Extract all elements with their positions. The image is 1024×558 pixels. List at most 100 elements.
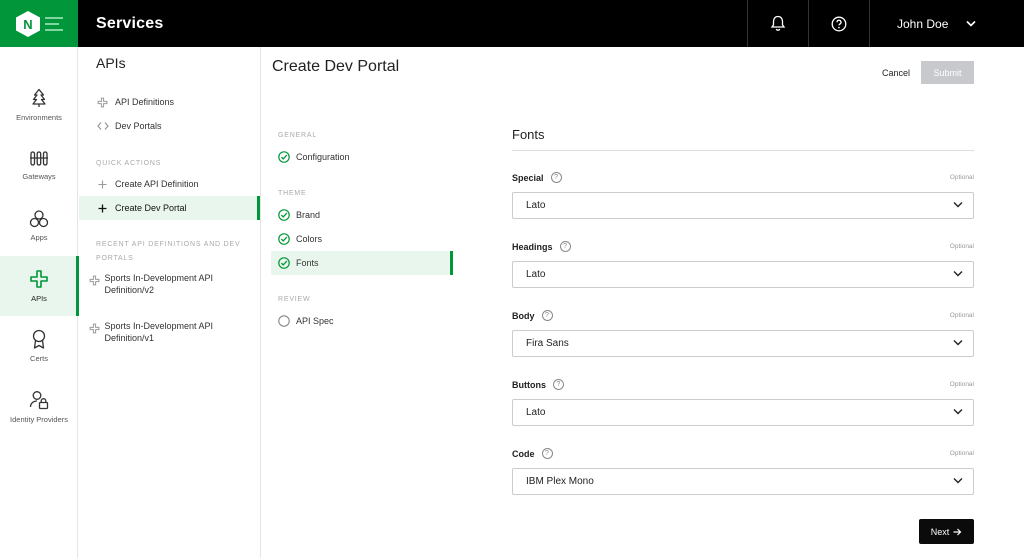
section-title: Fonts xyxy=(512,127,545,142)
step-label: API Spec xyxy=(296,316,334,326)
step-api-spec[interactable]: API Spec xyxy=(271,309,453,333)
app-title: Services xyxy=(96,14,164,32)
quick-action-create-api-definition[interactable]: Create API Definition xyxy=(79,172,260,196)
rail-item-apis[interactable]: APIs xyxy=(0,256,79,316)
user-menu[interactable]: John Doe xyxy=(869,0,1024,47)
rail-item-gateways[interactable]: Gateways xyxy=(0,135,78,195)
help-button[interactable] xyxy=(808,0,869,47)
step-group-theme: THEME xyxy=(278,190,307,197)
tree-icon xyxy=(32,88,46,107)
next-button[interactable]: Next xyxy=(919,519,974,544)
quick-action-label: Create Dev Portal xyxy=(115,203,187,213)
cancel-button[interactable]: Cancel xyxy=(870,62,922,84)
plus-icon xyxy=(96,204,109,213)
menu-lines-icon xyxy=(45,17,63,35)
quick-action-create-dev-portal[interactable]: Create Dev Portal xyxy=(79,196,260,220)
check-circle-icon xyxy=(278,257,290,269)
recent-heading: RECENT API DEFINITIONS AND DEV PORTALS xyxy=(96,241,241,262)
chevron-down-icon xyxy=(966,20,976,27)
bell-icon xyxy=(770,15,786,31)
recent-item[interactable]: Sports In-Development API Definition/v1 xyxy=(89,320,259,344)
rail-item-label: Gateways xyxy=(22,172,56,181)
check-circle-icon xyxy=(278,209,290,221)
help-icon[interactable]: ? xyxy=(541,310,553,321)
api-icon xyxy=(30,270,48,288)
step-group-general: GENERAL xyxy=(278,132,318,139)
step-brand[interactable]: Brand xyxy=(271,203,453,227)
help-icon[interactable]: ? xyxy=(553,379,564,390)
chevron-down-icon xyxy=(953,271,963,277)
empty-circle-icon xyxy=(278,315,290,327)
identity-icon xyxy=(29,391,49,410)
special-font-select[interactable]: Lato xyxy=(512,192,974,219)
rail-item-label: Environments xyxy=(16,113,62,122)
step-configuration[interactable]: Configuration xyxy=(271,145,453,169)
rail-item-identity-providers[interactable]: Identity Providers xyxy=(0,377,78,437)
panel-item-api-definitions[interactable]: API Definitions xyxy=(79,90,260,114)
check-circle-icon xyxy=(278,233,290,245)
logo-letter: N xyxy=(23,17,32,32)
headings-font-select[interactable]: Lato xyxy=(512,261,974,288)
step-fonts[interactable]: Fonts xyxy=(271,251,453,275)
recent-item-label: Sports In-Development API Definition/v2 xyxy=(104,273,214,295)
select-value: IBM Plex Mono xyxy=(526,476,594,487)
cert-icon xyxy=(32,329,46,349)
help-icon[interactable]: ? xyxy=(541,448,553,459)
user-name: John Doe xyxy=(897,16,949,31)
rail-item-label: Apps xyxy=(30,233,48,242)
rail-item-label: APIs xyxy=(31,294,47,303)
field-label-buttons: Buttons ? xyxy=(512,379,564,390)
optional-label: Optional xyxy=(949,174,974,181)
logo[interactable]: N xyxy=(0,0,78,47)
rail-item-certs[interactable]: Certs xyxy=(0,316,78,376)
help-icon[interactable]: ? xyxy=(550,172,562,183)
optional-label: Optional xyxy=(949,243,974,250)
step-group-review: REVIEW xyxy=(278,296,311,303)
body-font-select[interactable]: Fira Sans xyxy=(512,330,974,357)
next-label: Next xyxy=(930,526,950,537)
help-icon[interactable]: ? xyxy=(559,241,571,252)
help-icon xyxy=(831,16,847,31)
buttons-font-select[interactable]: Lato xyxy=(512,399,974,426)
check-circle-icon xyxy=(278,151,290,163)
select-value: Lato xyxy=(526,269,546,280)
gateway-icon xyxy=(30,151,48,166)
select-value: Fira Sans xyxy=(526,338,569,349)
optional-label: Optional xyxy=(949,312,974,319)
left-rail: Environments Gateways Apps APIs Certs Id… xyxy=(0,47,79,558)
field-label-headings: Headings ? xyxy=(512,241,571,252)
optional-label: Optional xyxy=(949,381,974,388)
apis-panel: APIs API Definitions Dev Portals QUICK A… xyxy=(79,47,261,558)
step-label: Brand xyxy=(296,210,321,220)
notifications-button[interactable] xyxy=(747,0,808,47)
rail-item-environments[interactable]: Environments xyxy=(0,75,78,135)
apps-icon xyxy=(29,210,49,228)
code-font-select[interactable]: IBM Plex Mono xyxy=(512,468,974,495)
plus-icon xyxy=(96,180,109,189)
nginx-logo-icon: N xyxy=(16,11,40,37)
step-label: Configuration xyxy=(296,152,350,162)
select-value: Lato xyxy=(526,200,546,211)
select-value: Lato xyxy=(526,407,546,418)
api-icon xyxy=(89,272,102,296)
chevron-down-icon xyxy=(953,478,963,484)
panel-title: APIs xyxy=(96,55,126,71)
panel-item-label: API Definitions xyxy=(115,97,175,107)
top-bar: N Services John Doe xyxy=(0,0,1024,47)
recent-item[interactable]: Sports In-Development API Definition/v2 xyxy=(89,272,259,296)
step-colors[interactable]: Colors xyxy=(271,227,453,251)
rail-item-apps[interactable]: Apps xyxy=(0,196,78,256)
field-label-body: Body ? xyxy=(512,310,553,321)
api-icon xyxy=(96,97,109,108)
code-icon xyxy=(96,121,109,131)
submit-button[interactable]: Submit xyxy=(921,61,974,84)
panel-item-label: Dev Portals xyxy=(115,121,162,131)
quick-action-label: Create API Definition xyxy=(115,179,199,189)
rail-item-label: Certs xyxy=(30,354,48,363)
panel-item-dev-portals[interactable]: Dev Portals xyxy=(79,114,260,138)
api-icon xyxy=(89,320,102,344)
quick-actions-heading: QUICK ACTIONS xyxy=(96,160,162,167)
chevron-down-icon xyxy=(953,202,963,208)
section-divider xyxy=(512,150,974,151)
recent-item-label: Sports In-Development API Definition/v1 xyxy=(104,321,214,343)
